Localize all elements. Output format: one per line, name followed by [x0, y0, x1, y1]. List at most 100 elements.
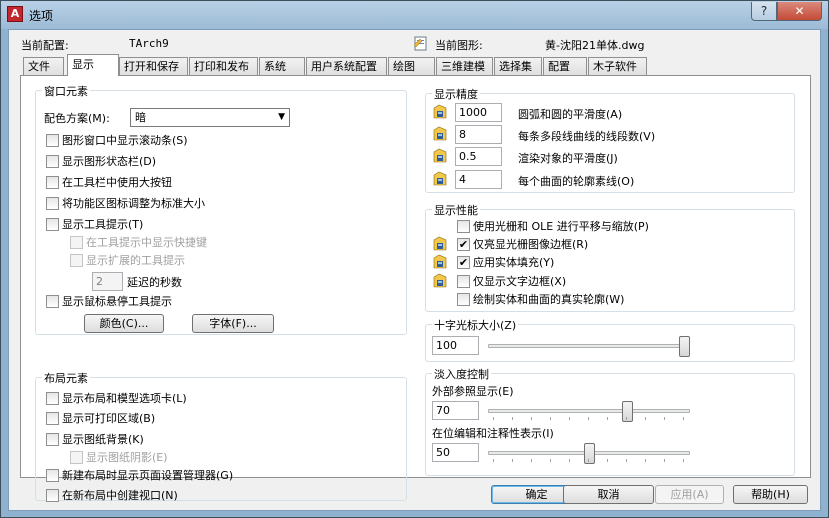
checkbox-box[interactable]: [46, 468, 59, 482]
checkbox-label: 在新布局中创建视口(N): [62, 489, 178, 502]
tab-selection[interactable]: 选择集: [494, 57, 542, 76]
checkbox-box[interactable]: [46, 488, 59, 502]
solid-fill-checkbox[interactable]: ✔ 应用实体填充(Y): [457, 255, 554, 271]
xref-slider-tick: [607, 417, 608, 420]
fade-control-title: 淡入度控制: [432, 366, 491, 382]
checkbox-box[interactable]: [46, 411, 59, 425]
paper-shadow-checkbox[interactable]: 显示图纸阴影(E): [70, 450, 168, 466]
window-elements-title: 窗口元素: [42, 83, 90, 99]
checkbox-box[interactable]: [70, 253, 83, 267]
chevron-down-icon: ▼: [278, 112, 285, 122]
printable-area-checkbox[interactable]: 显示可打印区域(B): [46, 411, 155, 427]
tab-system[interactable]: 系统: [259, 57, 305, 76]
checkbox-box[interactable]: [46, 294, 59, 308]
rendered-smoothness-input[interactable]: 0.5: [455, 147, 502, 166]
checkbox-checked[interactable]: ✔: [457, 255, 470, 269]
create-viewport-checkbox[interactable]: 在新布局中创建视口(N): [46, 488, 178, 504]
xref-fade-slider-track[interactable]: [488, 409, 690, 413]
delay-seconds-input[interactable]: 2: [92, 272, 123, 291]
checkbox-box[interactable]: [457, 292, 470, 306]
checkbox-label: 显示图纸背景(K): [62, 433, 144, 446]
drawing-saved-icon: [433, 171, 447, 186]
raster-ole-checkbox[interactable]: 使用光栅和 OLE 进行平移与缩放(P): [457, 219, 649, 235]
extended-tooltip-checkbox[interactable]: 显示扩展的工具提示: [70, 253, 185, 269]
inplace-slider-tick: [645, 459, 646, 462]
tab-plot-publish[interactable]: 打印和发布: [189, 57, 258, 76]
tab-muzi-software[interactable]: 木子软件: [588, 57, 647, 76]
display-resolution-group: 显示精度 1000 圆弧和圆的平滑度(A) 8 每条多段线曲线的线段数(V) 0…: [425, 86, 795, 193]
tab-3d-modeling[interactable]: 三维建模: [436, 57, 493, 76]
checkbox-label: 仅亮显光栅图像边框(R): [473, 238, 589, 251]
checkbox-box[interactable]: [46, 432, 59, 446]
checkbox-label: 显示可打印区域(B): [62, 412, 156, 425]
inplace-fade-input[interactable]: 50: [432, 443, 479, 462]
checkbox-checked[interactable]: ✔: [457, 237, 470, 251]
checkbox-label: 仅显示文字边框(X): [473, 275, 567, 288]
fonts-button[interactable]: 字体(F)...: [192, 314, 274, 333]
inplace-slider-tick: [588, 459, 589, 462]
polyline-segments-input[interactable]: 8: [455, 125, 502, 144]
color-scheme-select[interactable]: 暗 ▼: [130, 108, 290, 127]
ribbon-icons-checkbox[interactable]: 将功能区图标调整为标准大小: [46, 196, 205, 212]
checkbox-label: 将功能区图标调整为标准大小: [62, 197, 205, 210]
title-bar[interactable]: A 选项 ? ✕: [1, 1, 828, 29]
window-elements-group: 窗口元素 配色方案(M): 暗 ▼ 图形窗口中显示滚动条(S) 显示图形状态栏(…: [35, 83, 407, 335]
tab-open-save[interactable]: 打开和保存: [119, 57, 188, 76]
status-bar-checkbox[interactable]: 显示图形状态栏(D): [46, 154, 156, 170]
checkbox-label: 绘制实体和曲面的真实轮廓(W): [473, 293, 625, 306]
display-resolution-title: 显示精度: [432, 86, 480, 102]
checkbox-box[interactable]: [46, 175, 59, 189]
page-setup-manager-checkbox[interactable]: 新建布局时显示页面设置管理器(G): [46, 468, 233, 484]
inplace-slider-tick: [626, 459, 627, 462]
current-drawing-label: 当前图形:: [435, 39, 483, 52]
checkbox-box[interactable]: [46, 133, 59, 147]
large-buttons-checkbox[interactable]: 在工具栏中使用大按钮: [46, 175, 172, 191]
close-button[interactable]: ✕: [777, 2, 822, 21]
inplace-fade-slider-thumb[interactable]: [583, 443, 595, 464]
crosshair-size-input[interactable]: 100: [432, 336, 479, 355]
display-tab-page: 窗口元素 配色方案(M): 暗 ▼ 图形窗口中显示滚动条(S) 显示图形状态栏(…: [20, 75, 811, 502]
crosshair-size-group: 十字光标大小(Z) 100: [425, 317, 795, 362]
paper-background-checkbox[interactable]: 显示图纸背景(K): [46, 432, 144, 448]
tab-files[interactable]: 文件: [23, 57, 64, 76]
help-button[interactable]: 帮助(H): [733, 485, 808, 504]
checkbox-box[interactable]: [70, 450, 83, 464]
color-scheme-value: 暗: [135, 111, 146, 124]
tab-profiles[interactable]: 配置: [543, 57, 587, 76]
checkbox-box[interactable]: [457, 274, 470, 288]
tab-display[interactable]: 显示: [67, 54, 119, 76]
xref-fade-input[interactable]: 70: [432, 401, 479, 420]
checkbox-box[interactable]: [46, 391, 59, 405]
layout-model-tabs-checkbox[interactable]: 显示布局和模型选项卡(L): [46, 391, 187, 407]
text-frame-checkbox[interactable]: 仅显示文字边框(X): [457, 274, 566, 290]
cancel-button[interactable]: 取消: [563, 485, 654, 504]
xref-slider-tick: [569, 417, 570, 420]
tab-user-preferences[interactable]: 用户系统配置: [306, 57, 387, 76]
tooltips-checkbox[interactable]: 显示工具提示(T): [46, 217, 143, 233]
apply-button[interactable]: 应用(A): [655, 485, 724, 504]
inplace-slider-tick: [664, 459, 665, 462]
contour-lines-input[interactable]: 4: [455, 170, 502, 189]
checkbox-box[interactable]: [46, 154, 59, 168]
colors-button[interactable]: 颜色(C)...: [84, 314, 164, 333]
xref-fade-slider-thumb[interactable]: [621, 401, 633, 422]
crosshair-slider-thumb[interactable]: [679, 336, 690, 357]
help-title-button[interactable]: ?: [751, 2, 777, 21]
xref-slider-tick: [512, 417, 513, 420]
contour-lines-label: 每个曲面的轮廓素线(O): [518, 175, 635, 188]
display-performance-title: 显示性能: [432, 202, 480, 218]
rollover-tooltips-checkbox[interactable]: 显示鼠标悬停工具提示: [46, 294, 172, 310]
scrollbars-checkbox[interactable]: 图形窗口中显示滚动条(S): [46, 133, 188, 149]
arc-smoothness-input[interactable]: 1000: [455, 103, 502, 122]
highlight-raster-frame-checkbox[interactable]: ✔ 仅亮显光栅图像边框(R): [457, 237, 588, 253]
crosshair-slider-track[interactable]: [488, 344, 690, 348]
tooltip-shortcut-checkbox[interactable]: 在工具提示中显示快捷键: [70, 235, 207, 251]
inplace-slider-tick: [683, 459, 684, 462]
checkbox-box[interactable]: [46, 196, 59, 210]
tab-drafting[interactable]: 绘图: [388, 57, 435, 76]
checkbox-box[interactable]: [46, 217, 59, 231]
checkbox-box[interactable]: [70, 235, 83, 249]
checkbox-box[interactable]: [457, 219, 470, 233]
true-silhouettes-checkbox[interactable]: 绘制实体和曲面的真实轮廓(W): [457, 292, 624, 308]
drawing-saved-icon: [433, 254, 447, 269]
